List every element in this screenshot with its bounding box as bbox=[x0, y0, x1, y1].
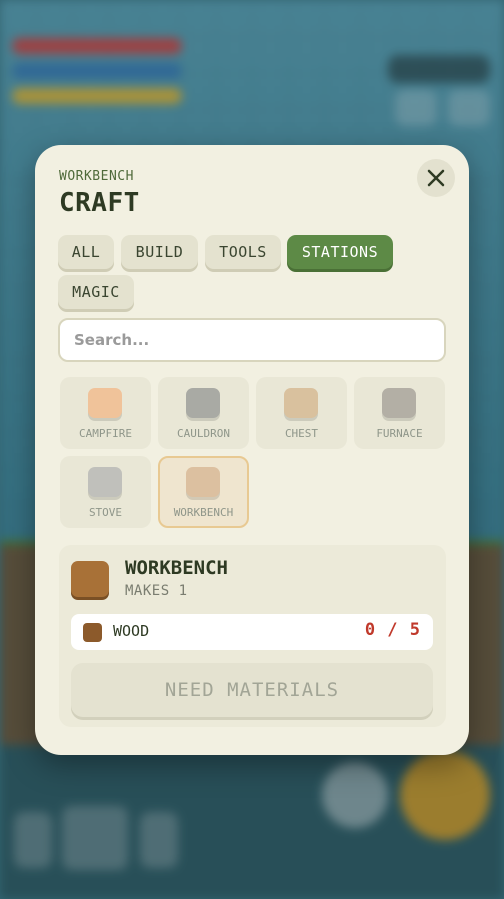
material-row: WOOD 0 / 5 bbox=[71, 614, 433, 650]
recipe-label: WORKBENCH bbox=[173, 506, 234, 519]
wood-icon bbox=[83, 623, 102, 642]
recipe-detail-panel: WORKBENCH MAKES 1 WOOD 0 / 5 NEED MATERI… bbox=[59, 545, 446, 727]
recipe-label: FURNACE bbox=[376, 427, 423, 440]
close-button[interactable] bbox=[417, 159, 455, 197]
campfire-icon bbox=[88, 388, 122, 418]
recipe-tile-chest[interactable]: CHEST bbox=[256, 377, 347, 449]
furnace-icon bbox=[382, 388, 416, 418]
station-subtitle: WORKBENCH bbox=[59, 169, 134, 184]
modal-title: CRAFT bbox=[59, 188, 140, 218]
recipe-tile-campfire[interactable]: CAMPFIRE bbox=[60, 377, 151, 449]
recipe-label: CAULDRON bbox=[177, 427, 230, 440]
recipe-tile-furnace[interactable]: FURNACE bbox=[354, 377, 445, 449]
material-count: 0 / 5 bbox=[364, 620, 421, 640]
recipe-label: CAMPFIRE bbox=[79, 427, 132, 440]
recipe-label: STOVE bbox=[88, 506, 123, 519]
tab-stations[interactable]: STATIONS bbox=[287, 235, 393, 269]
search-input[interactable] bbox=[58, 318, 446, 362]
recipe-tile-stove[interactable]: STOVE bbox=[60, 456, 151, 528]
tab-tools[interactable]: TOOLS bbox=[205, 235, 281, 269]
cauldron-icon bbox=[186, 388, 220, 418]
tab-all[interactable]: ALL bbox=[58, 235, 114, 269]
close-icon bbox=[427, 169, 445, 187]
craft-button[interactable]: NEED MATERIALS bbox=[71, 663, 433, 717]
recipe-tile-workbench[interactable]: WORKBENCH bbox=[158, 456, 249, 528]
stove-icon bbox=[88, 467, 122, 497]
material-name: WOOD bbox=[113, 622, 150, 640]
tab-build[interactable]: BUILD bbox=[121, 235, 198, 269]
workbench-icon bbox=[186, 467, 220, 497]
craft-modal: WORKBENCH CRAFT ALL BUILD TOOLS STATIONS… bbox=[35, 145, 469, 755]
recipe-yield: MAKES 1 bbox=[125, 583, 188, 599]
recipe-name: WORKBENCH bbox=[125, 557, 228, 579]
recipe-tile-cauldron[interactable]: CAULDRON bbox=[158, 377, 249, 449]
tab-magic[interactable]: MAGIC bbox=[58, 275, 134, 309]
recipe-label: CHEST bbox=[284, 427, 319, 440]
chest-icon bbox=[284, 388, 318, 418]
workbench-item-icon bbox=[71, 561, 109, 597]
